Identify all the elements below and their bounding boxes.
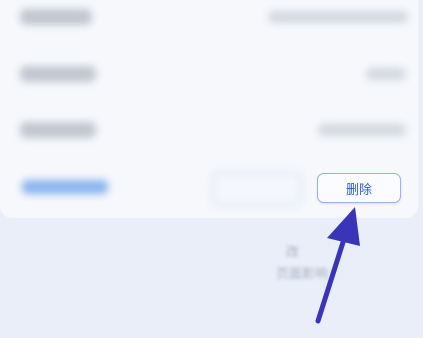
row-1-label [20, 9, 92, 25]
row-2-label [20, 66, 96, 82]
row-3-value [318, 124, 406, 136]
blurred-button[interactable] [212, 172, 302, 206]
row-2-value [366, 68, 406, 80]
row-1-value [268, 11, 408, 23]
delete-button-label: 删除 [345, 182, 372, 198]
delete-button[interactable]: 删除 [317, 173, 401, 203]
row-3-label [20, 122, 96, 138]
footer-text-line-1: 改 [286, 245, 300, 260]
blurred-link[interactable] [22, 180, 108, 194]
footer-text-line-2: 页面影响 [276, 267, 329, 282]
